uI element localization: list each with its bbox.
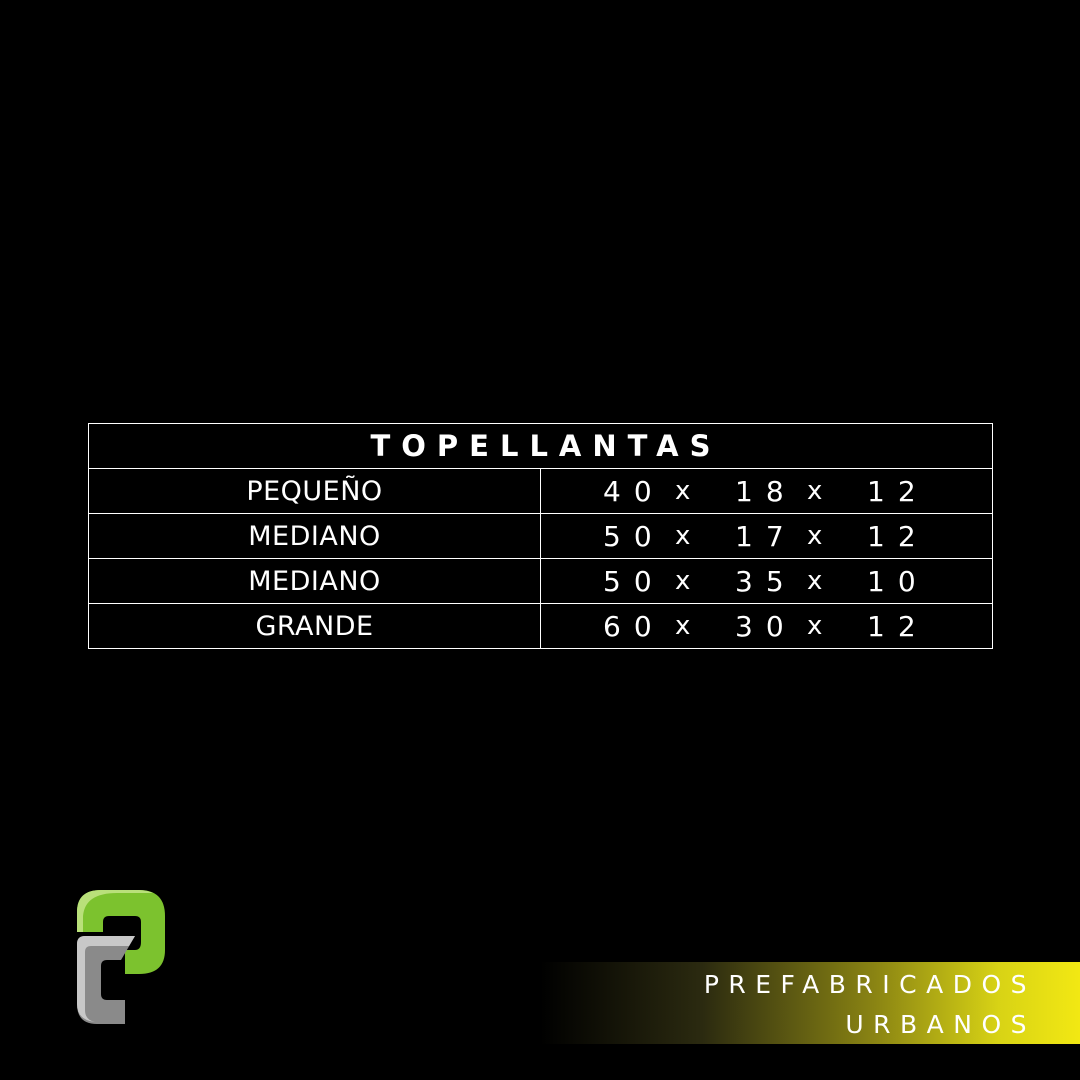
table-row: GRANDE 60 x 30 x 12 bbox=[88, 603, 993, 649]
dimension-separator: x bbox=[675, 566, 691, 596]
dimension-separator: x bbox=[675, 476, 691, 506]
dimension-separator: x bbox=[807, 521, 823, 551]
dimension-height: 10 bbox=[867, 564, 929, 598]
dimension-height: 12 bbox=[867, 609, 929, 643]
size-name: PEQUEÑO bbox=[88, 468, 541, 514]
dimension-height: 12 bbox=[867, 474, 929, 508]
dimension-height: 12 bbox=[867, 519, 929, 553]
size-name: MEDIANO bbox=[88, 558, 541, 604]
size-name: GRANDE bbox=[88, 603, 541, 649]
dimension-width: 35 bbox=[735, 564, 797, 598]
pu-logo-icon bbox=[77, 890, 165, 1024]
dimension-width: 17 bbox=[735, 519, 797, 553]
dimension-separator: x bbox=[807, 476, 823, 506]
table-row: MEDIANO 50 x 17 x 12 bbox=[88, 513, 993, 559]
table-title: TOPELLANTAS bbox=[88, 423, 993, 469]
logo-gray-shape bbox=[77, 936, 135, 1024]
size-dimensions: 50 x 17 x 12 bbox=[540, 513, 993, 559]
dimension-width: 18 bbox=[735, 474, 797, 508]
size-dimensions: 60 x 30 x 12 bbox=[540, 603, 993, 649]
dimension-separator: x bbox=[675, 611, 691, 641]
dimensions-table: TOPELLANTAS PEQUEÑO 40 x 18 x 12 MEDIANO… bbox=[88, 423, 993, 649]
brand-name-line-2: URBANOS bbox=[845, 1010, 1036, 1039]
size-name: MEDIANO bbox=[88, 513, 541, 559]
dimension-width: 30 bbox=[735, 609, 797, 643]
dimension-length: 50 bbox=[603, 564, 665, 598]
table-row: PEQUEÑO 40 x 18 x 12 bbox=[88, 468, 993, 514]
table-row: MEDIANO 50 x 35 x 10 bbox=[88, 558, 993, 604]
brand-name-line-1: PREFABRICADOS bbox=[703, 970, 1036, 999]
dimension-separator: x bbox=[807, 566, 823, 596]
brand-banner: PREFABRICADOS URBANOS bbox=[540, 962, 1080, 1044]
size-dimensions: 50 x 35 x 10 bbox=[540, 558, 993, 604]
dimension-separator: x bbox=[807, 611, 823, 641]
dimension-separator: x bbox=[675, 521, 691, 551]
dimension-length: 50 bbox=[603, 519, 665, 553]
size-dimensions: 40 x 18 x 12 bbox=[540, 468, 993, 514]
dimension-length: 40 bbox=[603, 474, 665, 508]
dimension-length: 60 bbox=[603, 609, 665, 643]
